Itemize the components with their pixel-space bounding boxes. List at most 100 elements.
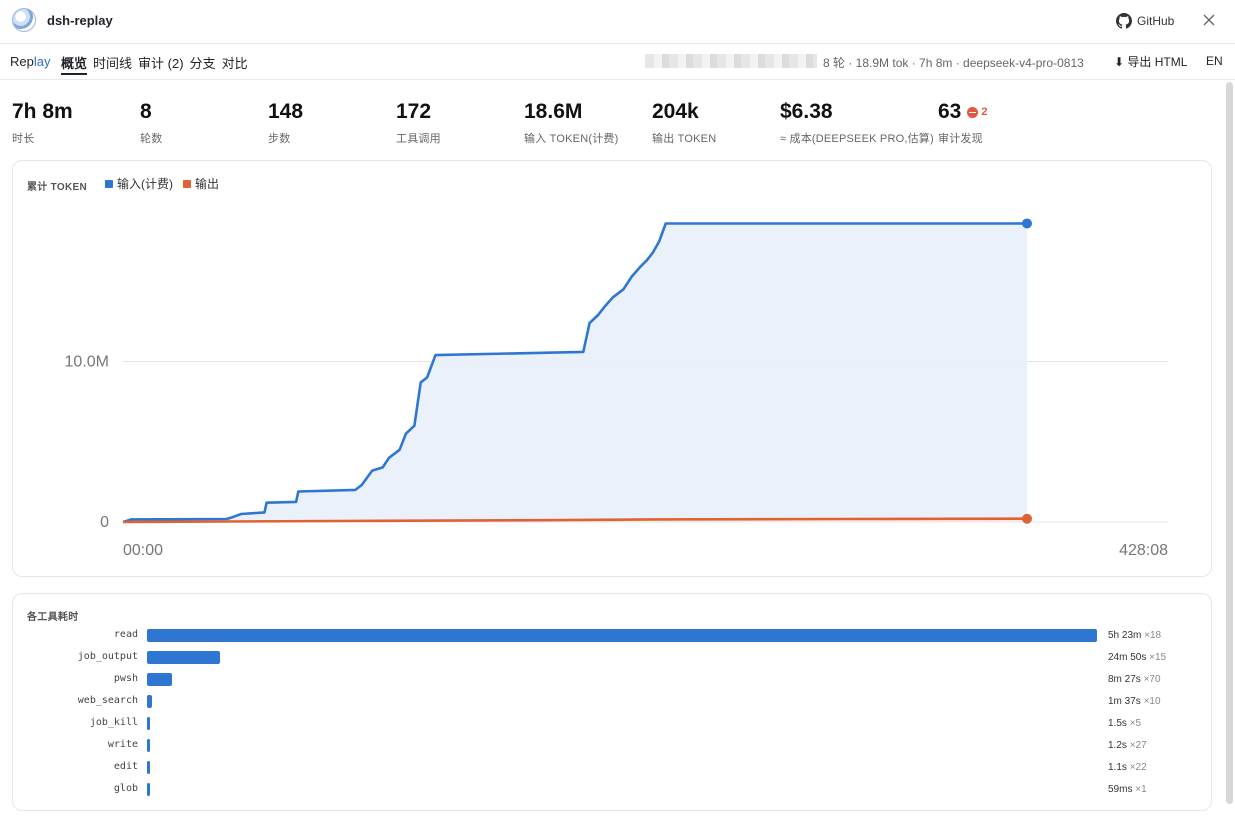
tool-duration-bar (147, 673, 172, 686)
series-area-input (123, 223, 1027, 522)
stat-tool-calls: 172 工具调用 (396, 100, 441, 146)
tool-name: pwsh (113, 673, 138, 684)
stat-rounds: 8 轮数 (140, 100, 162, 146)
nav-brand[interactable]: Replay (10, 54, 50, 69)
tool-duration-text: 1.2s (1108, 740, 1130, 751)
tool-duration-text: 59ms (1108, 784, 1136, 795)
tool-duration-bar (147, 739, 150, 752)
stat-input-tokens: 18.6M 输入 TOKEN(计费) (524, 100, 618, 146)
x-tick-label-end: 428:08 (1119, 542, 1168, 559)
export-html-button[interactable]: ⬇ 导出 HTML (1114, 53, 1187, 70)
tool-name: write (107, 739, 138, 750)
tool-duration-text: 24m 50s (1108, 652, 1150, 663)
tool-name: glob (113, 783, 138, 794)
cumulative-token-chart-panel: 累计 TOKEN 输入(计费) 输出 0 10.0M 00:00 428:08 (12, 160, 1212, 577)
stat-value: 8 (140, 100, 152, 123)
tool-row-web-search: web_search 1m 37s ×10 (13, 694, 1213, 710)
badge-count: 2 (981, 106, 988, 119)
stat-label: 步数 (268, 133, 291, 145)
language-toggle-button[interactable]: EN (1206, 54, 1223, 68)
alert-icon (967, 106, 979, 118)
tool-duration-value: 1.5s ×5 (1108, 718, 1141, 729)
stat-label: 时长 (12, 133, 35, 145)
tool-row-read: read 5h 23m ×18 (13, 628, 1213, 644)
tool-row-glob: glob 59ms ×1 (13, 782, 1213, 798)
token-chart: 0 10.0M 00:00 428:08 (65, 218, 1168, 559)
tool-duration-value: 8m 27s ×70 (1108, 674, 1161, 685)
tool-row-job-output: job_output 24m 50s ×15 (13, 650, 1213, 666)
tool-duration-value: 1.1s ×22 (1108, 762, 1147, 773)
tool-name: web_search (77, 695, 138, 706)
github-icon (1116, 13, 1132, 29)
tool-row-write: write 1.2s ×27 (13, 738, 1213, 754)
stat-cost: $6.38 ≈ 成本(DEEPSEEK PRO,估算) (780, 100, 934, 146)
tool-call-count: ×27 (1129, 740, 1147, 751)
nav-tabs: 概览 时间线 审计 (2) 分支 对比 (61, 53, 248, 75)
stat-label: 工具调用 (396, 133, 441, 145)
app-title: dsh-replay (47, 13, 113, 28)
tab-timeline[interactable]: 时间线 (93, 53, 132, 75)
tool-call-count: ×22 (1129, 762, 1147, 773)
x-tick-label-start: 00:00 (123, 542, 163, 559)
series-endpoint-output (1022, 513, 1032, 524)
tool-duration-bar (147, 717, 150, 730)
close-icon[interactable] (1200, 11, 1218, 29)
tool-name: job_output (77, 651, 138, 662)
stat-value-row: 63 2 (938, 100, 987, 124)
tool-call-count: ×70 (1143, 674, 1161, 685)
nav-brand-suffix: lay (33, 54, 51, 69)
tab-audit[interactable]: 审计 (2) (138, 53, 184, 75)
tool-call-count: ×18 (1144, 630, 1162, 641)
stat-value: 172 (396, 100, 432, 123)
stat-label: 轮数 (140, 133, 163, 145)
stat-label: 输出 TOKEN (652, 133, 717, 145)
tool-duration-value: 59ms ×1 (1108, 784, 1147, 795)
tool-row-job-kill: job_kill 1.5s ×5 (13, 716, 1213, 732)
stat-duration: 7h 8m 时长 (12, 100, 73, 146)
stat-label: ≈ 成本(DEEPSEEK PRO,估算) (780, 133, 934, 145)
tool-duration-text: 8m 27s (1108, 674, 1144, 685)
tool-duration-bar (147, 629, 1097, 642)
stat-steps: 148 步数 (268, 100, 303, 146)
app-logo-icon (12, 8, 36, 32)
audit-alert-badge: 2 (967, 100, 987, 124)
tool-row-edit: edit 1.1s ×22 (13, 760, 1213, 776)
tool-duration-text: 1.1s (1108, 762, 1130, 773)
github-link[interactable]: GitHub (1116, 12, 1174, 30)
tool-duration-bar (147, 695, 152, 708)
session-info: 8 轮 · 18.9M tok · 7h 8m · deepseek-v4-pr… (823, 56, 1084, 70)
redacted-session-id (645, 54, 817, 68)
stat-value: 204k (652, 100, 699, 123)
tool-duration-value: 1.2s ×27 (1108, 740, 1147, 751)
tab-overview[interactable]: 概览 (61, 53, 88, 75)
stat-value: 148 (268, 100, 304, 123)
tool-duration-bar (147, 761, 150, 774)
stat-label: 审计发现 (938, 133, 983, 146)
stat-value: 7h 8m (12, 100, 73, 123)
tool-duration-bar (147, 783, 150, 796)
tab-compare[interactable]: 对比 (222, 53, 248, 75)
stat-value: $6.38 (780, 100, 833, 123)
y-tick-label: 0 (100, 514, 109, 531)
tool-call-count: ×10 (1143, 696, 1161, 707)
tool-name: read (113, 629, 138, 640)
scrollbar[interactable] (1226, 82, 1233, 804)
tool-call-count: ×15 (1149, 652, 1167, 663)
tool-duration-text: 5h 23m (1108, 630, 1145, 641)
tab-branches[interactable]: 分支 (190, 53, 216, 75)
stat-value: 63 (938, 100, 962, 123)
tool-duration-value: 24m 50s ×15 (1108, 652, 1166, 663)
tool-duration-text: 1m 37s (1108, 696, 1144, 707)
tool-call-count: ×5 (1129, 718, 1142, 729)
stat-label: 输入 TOKEN(计费) (524, 133, 619, 145)
tool-name: job_kill (89, 717, 138, 728)
stat-output-tokens: 204k 输出 TOKEN (652, 100, 716, 146)
tool-call-count: ×1 (1135, 784, 1147, 795)
tool-row-pwsh: pwsh 8m 27s ×70 (13, 672, 1213, 688)
stat-value: 18.6M (524, 100, 583, 123)
stat-audit-findings[interactable]: 63 2 审计发现 (938, 100, 987, 146)
series-endpoint-input (1022, 218, 1032, 229)
title-bar: dsh-replay GitHub (0, 0, 1235, 44)
nav-brand-prefix: Rep (10, 54, 34, 69)
github-label: GitHub (1137, 14, 1175, 28)
